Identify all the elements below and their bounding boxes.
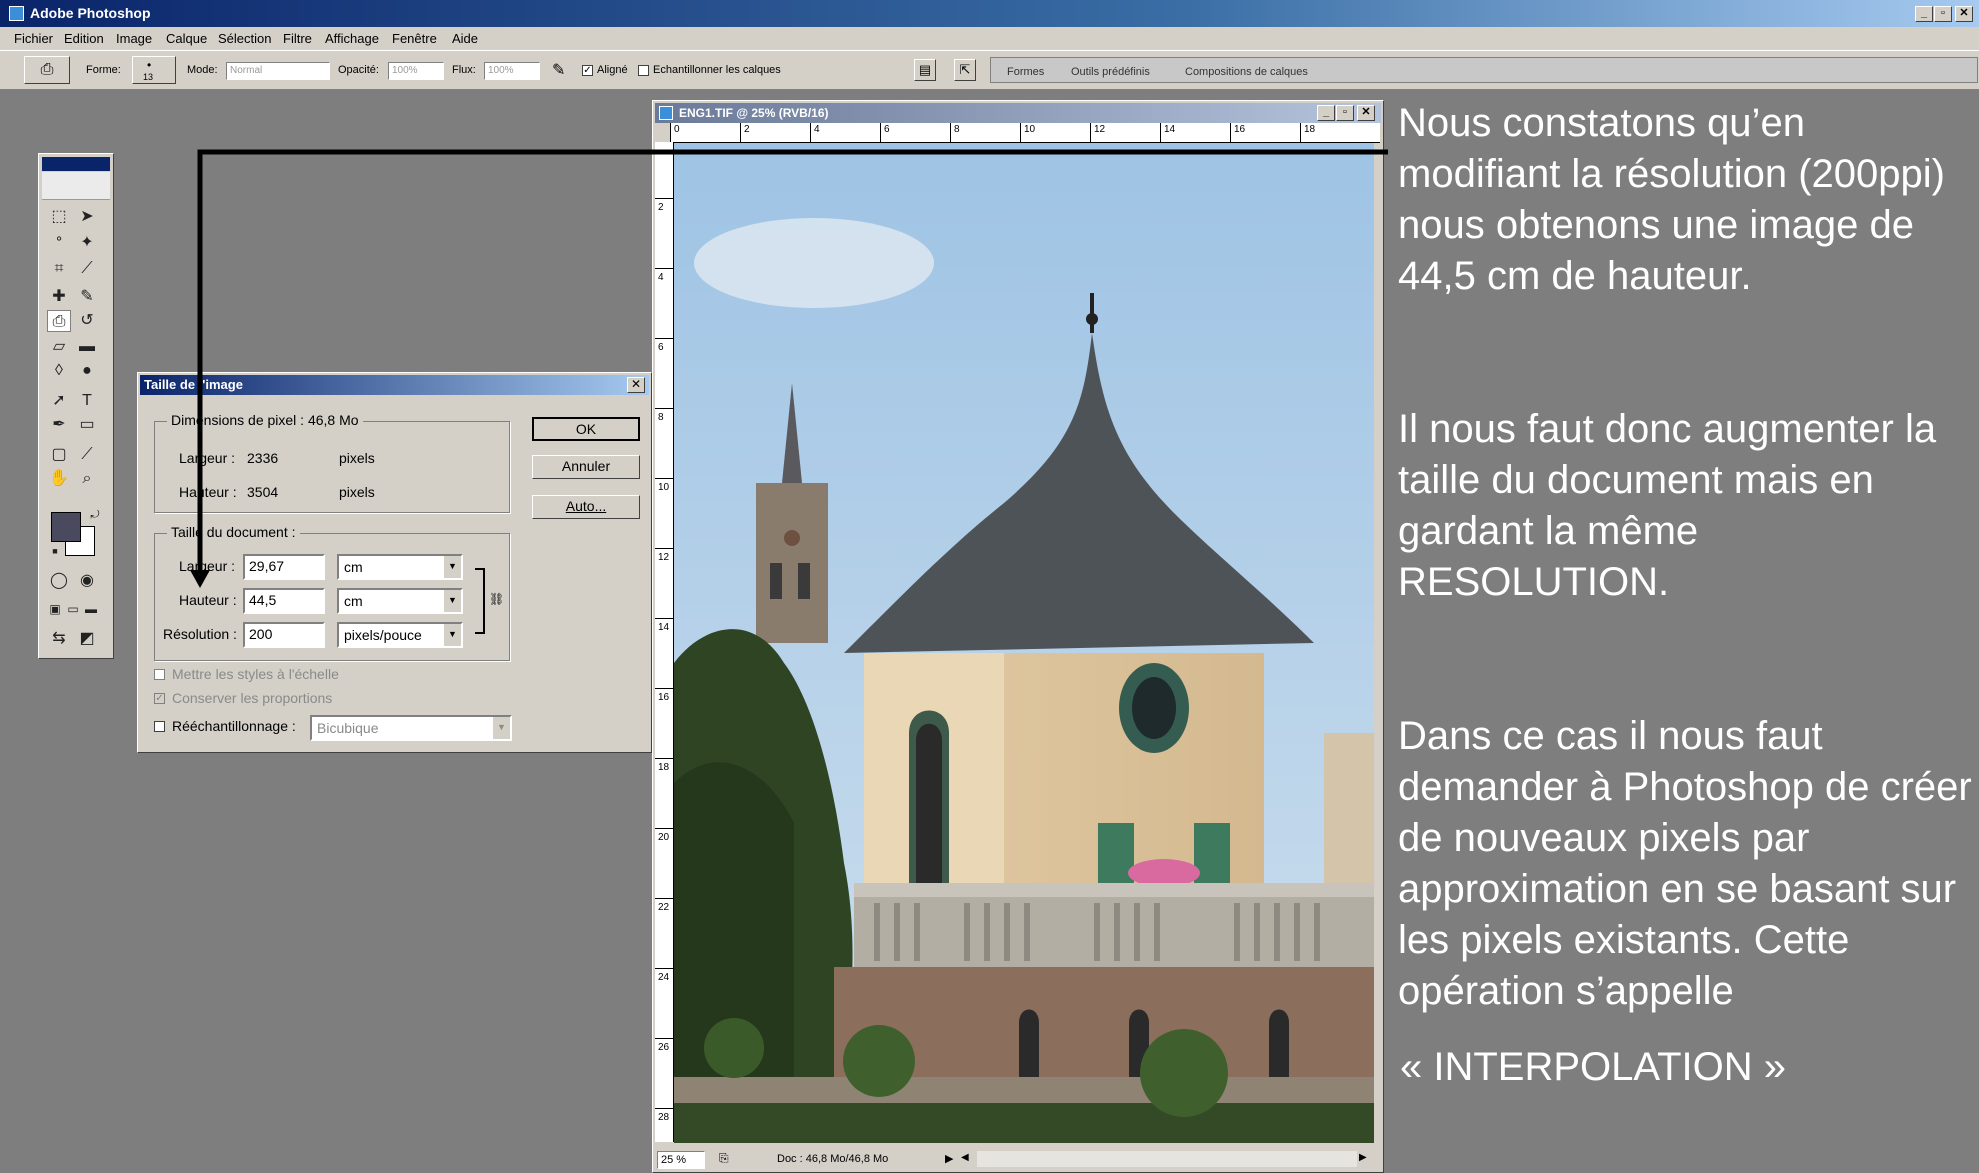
slide-paragraph-4: « INTERPOLATION » [1400, 1045, 1787, 1089]
slide-paragraph-3: Dans ce cas il nous faut demander à Phot… [1398, 714, 1972, 1013]
foreground-color-swatch[interactable] [51, 512, 81, 542]
slide-paragraph-2: Il nous faut donc augmenter la taille du… [1398, 407, 1937, 604]
slide-paragraph-1: Nous constatons qu’en modifiant la résol… [1398, 101, 1945, 298]
